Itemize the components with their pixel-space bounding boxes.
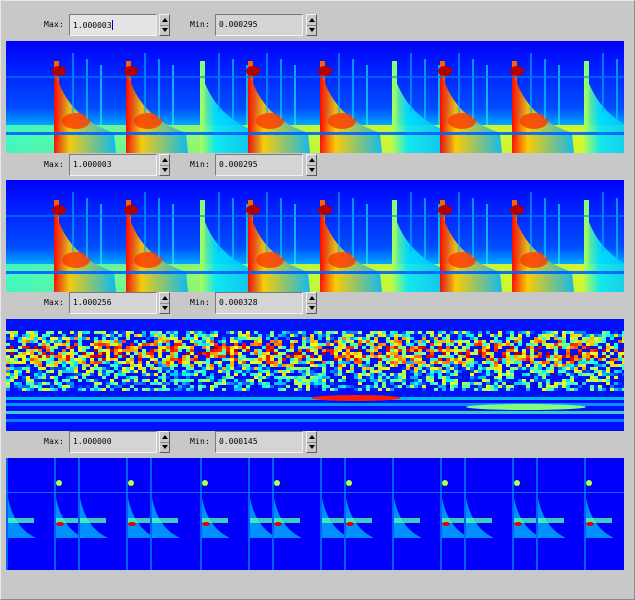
max-input[interactable]: 1.000003 <box>69 154 157 176</box>
min-spinner[interactable] <box>306 14 317 36</box>
max-label: Max: <box>44 298 65 307</box>
min-spinner[interactable] <box>306 292 317 314</box>
spin-down-icon[interactable] <box>307 25 316 35</box>
max-spinner[interactable] <box>159 292 170 314</box>
spin-down-icon[interactable] <box>307 442 316 452</box>
max-label: Max: <box>44 160 65 169</box>
min-label: Min: <box>190 160 211 169</box>
spin-down-icon[interactable] <box>160 442 169 452</box>
spectrogram-panel-3 <box>6 319 624 431</box>
spectrogram-panel-2 <box>6 180 624 292</box>
max-spinner[interactable] <box>159 14 170 36</box>
min-input[interactable]: 0.000295 <box>215 14 303 36</box>
min-label: Min: <box>190 298 211 307</box>
spin-down-icon[interactable] <box>160 25 169 35</box>
max-spinner[interactable] <box>159 154 170 176</box>
spin-down-icon[interactable] <box>307 303 316 313</box>
range-controls-3: Max: 1.000256 Min: 0.000328 <box>0 292 635 316</box>
min-spinner[interactable] <box>306 431 317 453</box>
spin-down-icon[interactable] <box>307 165 316 175</box>
spectrogram-image-3 <box>6 319 624 431</box>
min-label: Min: <box>190 437 211 446</box>
range-controls-2: Max: 1.000003 Min: 0.000295 <box>0 154 635 178</box>
max-input[interactable]: 1.000256 <box>69 292 157 314</box>
min-input[interactable]: 0.000328 <box>215 292 303 314</box>
spin-down-icon[interactable] <box>160 165 169 175</box>
spin-down-icon[interactable] <box>160 303 169 313</box>
spectrogram-image-2 <box>6 180 624 292</box>
max-label: Max: <box>44 20 65 29</box>
max-input[interactable]: 1.000000 <box>69 431 157 453</box>
spectrogram-image-1 <box>6 41 624 153</box>
min-input[interactable]: 0.000295 <box>215 154 303 176</box>
max-spinner[interactable] <box>159 431 170 453</box>
max-input[interactable]: 1.000003 <box>69 14 157 36</box>
spectrogram-panel-4 <box>6 458 624 570</box>
min-input[interactable]: 0.000145 <box>215 431 303 453</box>
min-label: Min: <box>190 20 211 29</box>
spectrogram-image-4 <box>6 458 624 570</box>
spectrogram-panel-1 <box>6 41 624 153</box>
max-label: Max: <box>44 437 65 446</box>
range-controls-4: Max: 1.000000 Min: 0.000145 <box>0 431 635 455</box>
range-controls-1: Max: 1.000003 Min: 0.000295 <box>0 14 635 38</box>
min-spinner[interactable] <box>306 154 317 176</box>
